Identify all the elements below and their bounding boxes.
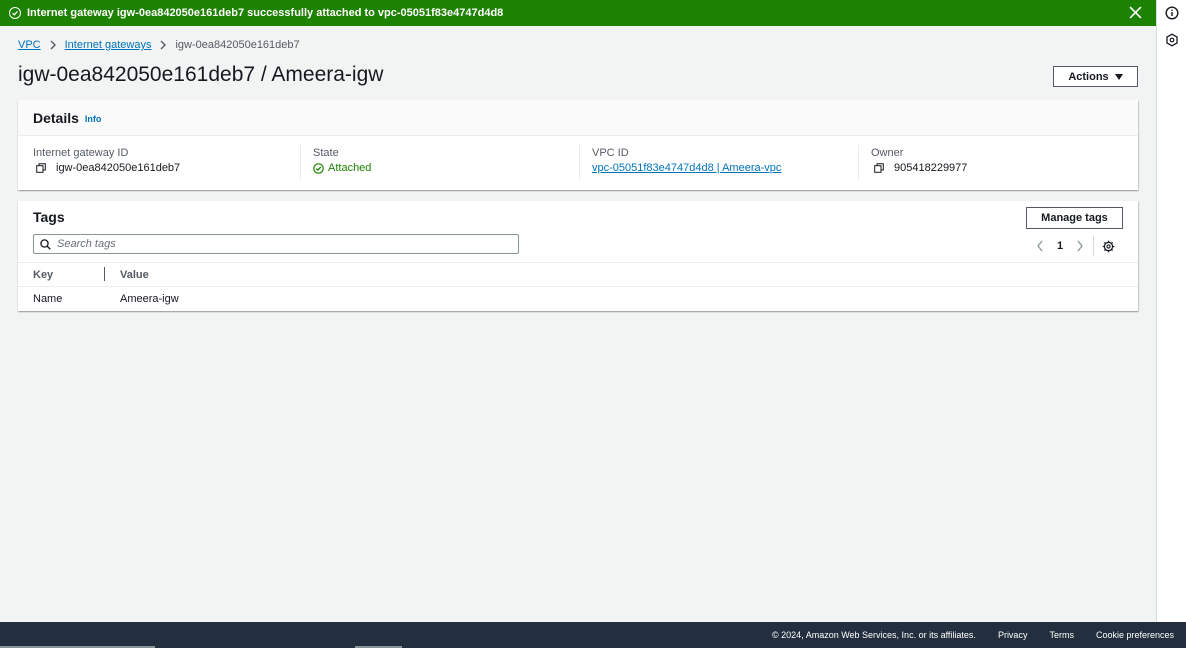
chevron-right-icon[interactable]	[1075, 239, 1085, 253]
tag-key: Name	[33, 293, 63, 305]
info-link[interactable]: Info	[85, 114, 102, 124]
search-icon	[40, 238, 51, 250]
footer-terms-link[interactable]: Terms	[1049, 630, 1074, 640]
detail-label: Internet gateway ID	[33, 147, 129, 159]
footer: © 2024, Amazon Web Services, Inc. or its…	[0, 622, 1186, 648]
column-header-key[interactable]: Key	[18, 262, 105, 287]
close-icon[interactable]	[1129, 6, 1142, 19]
breadcrumb-current: igw-0ea842050e161deb7	[175, 39, 300, 51]
chevron-right-icon	[160, 40, 167, 50]
footer-privacy-link[interactable]: Privacy	[998, 630, 1028, 640]
page-number[interactable]: 1	[1057, 240, 1063, 252]
footer-cookie-preferences-link[interactable]: Cookie preferences	[1096, 630, 1174, 640]
column-header-value[interactable]: Value	[105, 269, 149, 281]
tags-table-header: Key Value	[18, 262, 1138, 287]
manage-tags-button[interactable]: Manage tags	[1026, 207, 1123, 229]
detail-label: Owner	[871, 147, 904, 159]
actions-label: Actions	[1068, 70, 1109, 83]
flash-message: Internet gateway igw-0ea842050e161deb7 s…	[27, 7, 504, 19]
search-tags-field	[33, 234, 519, 254]
detail-label: State	[313, 147, 339, 159]
help-hexagon-icon[interactable]	[1165, 33, 1179, 47]
actions-dropdown-button[interactable]: Actions	[1053, 66, 1138, 87]
detail-value: igw-0ea842050e161deb7	[56, 162, 181, 174]
search-tags-input[interactable]	[57, 238, 497, 250]
success-check-icon	[9, 7, 21, 19]
chevron-left-icon[interactable]	[1035, 239, 1045, 253]
right-tools-rail	[1156, 0, 1186, 622]
details-heading: Details	[33, 109, 79, 126]
tags-panel: Tags Manage tags 1 Key Value Name Ameera…	[18, 201, 1138, 311]
caret-down-icon	[1114, 73, 1123, 80]
table-row: Name Ameera-igw	[18, 287, 1138, 311]
pagination: 1	[1035, 236, 1115, 256]
details-panel: Details Info Internet gateway ID igw-0ea…	[18, 100, 1138, 190]
page-title: igw-0ea842050e161deb7 / Ameera-igw	[18, 63, 384, 86]
info-icon[interactable]	[1165, 6, 1179, 20]
tags-heading: Tags	[33, 209, 65, 225]
detail-value: 905418229977	[894, 162, 968, 174]
chevron-right-icon	[50, 40, 56, 50]
detail-value: Attached	[328, 162, 372, 174]
copy-icon[interactable]	[874, 163, 884, 173]
vpc-id-link[interactable]: vpc-05051f83e4747d4d8 | Ameera-vpc	[592, 162, 781, 174]
copy-icon[interactable]	[36, 163, 46, 173]
detail-owner: Owner 905418229977	[858, 145, 1128, 180]
details-columns: Internet gateway ID igw-0ea842050e161deb…	[18, 136, 1138, 180]
detail-vpc-id: VPC ID vpc-05051f83e4747d4d8 | Ameera-vp…	[579, 145, 858, 180]
gear-icon[interactable]	[1102, 240, 1115, 253]
status-check-icon	[313, 162, 324, 174]
breadcrumb: VPC Internet gateways igw-0ea842050e161d…	[18, 39, 300, 51]
detail-state: State Attached	[300, 145, 579, 180]
breadcrumb-internet-gateways[interactable]: Internet gateways	[65, 39, 152, 51]
detail-igw-id: Internet gateway ID igw-0ea842050e161deb…	[33, 145, 300, 180]
success-flash-banner: Internet gateway igw-0ea842050e161deb7 s…	[0, 0, 1156, 26]
details-header: Details Info	[18, 100, 1138, 136]
breadcrumb-vpc[interactable]: VPC	[18, 39, 41, 51]
pager-divider	[1093, 236, 1095, 256]
copyright-text: © 2024, Amazon Web Services, Inc. or its…	[772, 630, 976, 640]
tag-value: Ameera-igw	[120, 293, 179, 305]
detail-label: VPC ID	[592, 147, 629, 159]
